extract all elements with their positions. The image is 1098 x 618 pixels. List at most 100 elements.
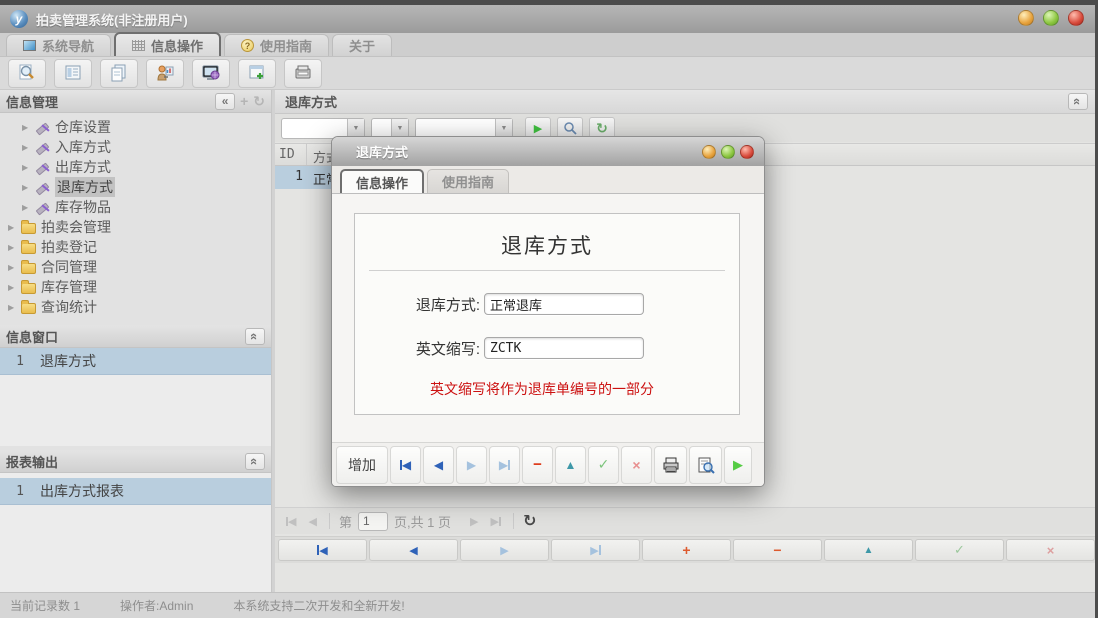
minimize-button[interactable] [1018, 10, 1034, 26]
tab-system-nav[interactable]: 系统导航 [6, 34, 111, 56]
tree-item-outbound-method[interactable]: ▶ 出库方式 [0, 157, 271, 177]
record-cancel-button[interactable]: × [1006, 539, 1095, 561]
dialog-print-button[interactable] [654, 446, 687, 484]
tree-item-warehouse-setup[interactable]: ▶ 仓库设置 [0, 117, 271, 137]
dropdown-arrow-icon[interactable]: ▼ [495, 119, 512, 138]
tree-item-auction-mgmt[interactable]: ▶ 拍卖会管理 [0, 217, 271, 237]
user-report-button[interactable] [146, 59, 184, 88]
dialog-delete-button[interactable]: − [522, 446, 553, 484]
expand-arrow-icon[interactable]: ▶ [22, 163, 30, 172]
edit-icon: ▲ [565, 458, 577, 472]
record-prev-button[interactable]: ◀ [369, 539, 458, 561]
form-view-button[interactable] [54, 59, 92, 88]
expand-arrow-icon[interactable]: ▶ [22, 203, 30, 212]
dialog-cancel-button[interactable]: × [621, 446, 652, 484]
dialog-prev-button[interactable]: ◀ [423, 446, 454, 484]
add-icon[interactable]: + [240, 93, 248, 109]
dialog-edit-button[interactable]: ▲ [555, 446, 586, 484]
record-next-button[interactable]: ▶ [460, 539, 549, 561]
collapse-main-button[interactable]: « [1068, 93, 1088, 110]
collapse-panel-button[interactable]: « [245, 453, 265, 470]
maximize-button[interactable] [1043, 10, 1059, 26]
first-page-button[interactable]: ◀ [283, 515, 299, 528]
dialog-first-button[interactable]: ◀ [390, 446, 421, 484]
tree-item-query-stats[interactable]: ▶ 查询统计 [0, 297, 271, 317]
dialog-save-button[interactable]: ✓ [588, 446, 619, 484]
monitor-web-button[interactable] [192, 59, 230, 88]
combo-value [372, 119, 391, 138]
grid-col-id[interactable]: ID [275, 144, 307, 165]
expand-arrow-icon[interactable]: ▶ [8, 263, 16, 272]
tree-item-inbound-method[interactable]: ▶ 入库方式 [0, 137, 271, 157]
card-file-icon [293, 63, 313, 83]
record-save-button[interactable]: ✓ [915, 539, 1004, 561]
dialog-run-button[interactable]: ▶ [724, 446, 752, 484]
window-list-item[interactable]: 1 退库方式 [0, 348, 271, 375]
close-button[interactable] [1068, 10, 1084, 26]
dialog-tab-label: 使用指南 [442, 172, 494, 191]
reload-grid-button[interactable]: ↻ [523, 511, 536, 531]
expand-arrow-icon[interactable]: ▶ [22, 143, 30, 152]
tree-item-return-method[interactable]: ▶ 退库方式 [0, 177, 271, 197]
expand-arrow-icon[interactable]: ▶ [8, 303, 16, 312]
expand-arrow-icon[interactable]: ▶ [8, 283, 16, 292]
card-file-button[interactable] [284, 59, 322, 88]
tree-item-label: 库存物品 [55, 197, 111, 217]
search-preview-button[interactable] [8, 59, 46, 88]
record-last-button[interactable]: ▶ [551, 539, 640, 561]
minus-icon: − [773, 542, 781, 558]
dialog-next-button[interactable]: ▶ [456, 446, 487, 484]
next-icon: ▶ [500, 544, 508, 557]
tree-item-label: 拍卖登记 [41, 237, 97, 257]
tab-info-operation[interactable]: 信息操作 [114, 32, 221, 56]
dropdown-arrow-icon[interactable]: ▼ [347, 119, 364, 138]
dialog-tab-user-guide[interactable]: 使用指南 [427, 169, 509, 193]
record-add-button[interactable]: + [642, 539, 731, 561]
dialog-tab-info-operation[interactable]: 信息操作 [340, 169, 424, 193]
prev-icon: ◀ [308, 515, 316, 528]
info-panel-title: 信息管理 [6, 92, 58, 111]
add-record-button[interactable]: 增加 [336, 446, 388, 484]
dialog-maximize-button[interactable] [721, 145, 735, 159]
dialog-last-button[interactable]: ▶ [489, 446, 520, 484]
play-icon: ▶ [733, 457, 743, 473]
tab-about[interactable]: 关于 [332, 34, 392, 56]
expand-arrow-icon[interactable]: ▶ [8, 243, 16, 252]
print-preview-icon [697, 456, 715, 474]
tree-item-label: 合同管理 [41, 257, 97, 277]
report-list-item[interactable]: 1 出库方式报表 [0, 478, 271, 505]
tab-label: 系统导航 [42, 36, 94, 55]
last-page-button[interactable]: ▶ [488, 515, 504, 528]
record-first-button[interactable]: ◀ [278, 539, 367, 561]
next-page-button[interactable]: ▶ [467, 515, 481, 528]
dropdown-arrow-icon[interactable]: ▼ [391, 119, 408, 138]
collapse-sidebar-button[interactable]: « [215, 93, 235, 110]
first-icon: ◀ [402, 458, 411, 472]
expand-arrow-icon[interactable]: ▶ [22, 183, 30, 192]
prev-page-button[interactable]: ◀ [305, 515, 319, 528]
dialog-minimize-button[interactable] [702, 145, 716, 159]
method-input[interactable] [484, 293, 644, 315]
tree-item-label: 库存管理 [41, 277, 97, 297]
last-icon: ▶ [499, 458, 508, 472]
document-copy-button[interactable] [100, 59, 138, 88]
tree-item-stock-mgmt[interactable]: ▶ 库存管理 [0, 277, 271, 297]
dialog-print-preview-button[interactable] [689, 446, 722, 484]
window-add-button[interactable] [238, 59, 276, 88]
record-delete-button[interactable]: − [733, 539, 822, 561]
tree-item-auction-register[interactable]: ▶ 拍卖登记 [0, 237, 271, 257]
record-edit-button[interactable]: ▲ [824, 539, 913, 561]
combo-value [416, 119, 495, 138]
dialog-close-button[interactable] [740, 145, 754, 159]
tree-item-contract-mgmt[interactable]: ▶ 合同管理 [0, 257, 271, 277]
tree-item-stock-items[interactable]: ▶ 库存物品 [0, 197, 271, 217]
collapse-panel-button[interactable]: « [245, 328, 265, 345]
abbr-input[interactable] [484, 337, 644, 359]
tab-user-guide[interactable]: ? 使用指南 [224, 34, 329, 56]
expand-arrow-icon[interactable]: ▶ [22, 123, 30, 132]
page-number-input[interactable] [358, 512, 388, 531]
refresh-icon[interactable]: ↻ [253, 93, 265, 110]
form-divider [369, 270, 725, 271]
expand-arrow-icon[interactable]: ▶ [8, 223, 16, 232]
record-nav-bar: ◀ ◀ ▶ ▶ + − ▲ ✓ × [275, 536, 1098, 563]
